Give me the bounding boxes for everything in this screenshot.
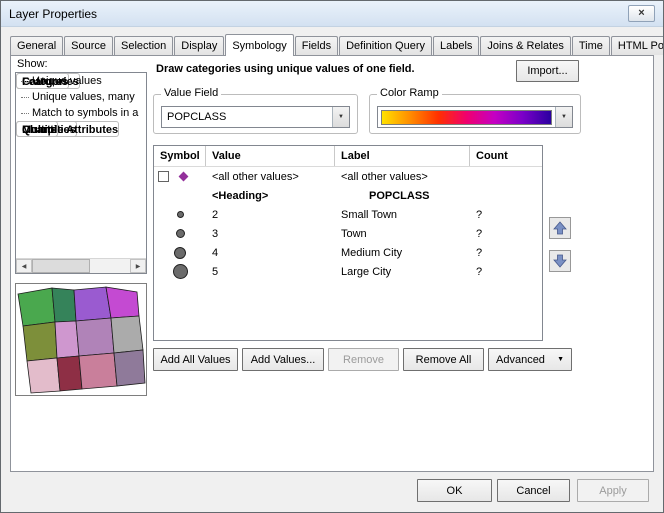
scroll-left-icon[interactable]: ◀ — [16, 259, 32, 273]
color-ramp-preview — [381, 110, 552, 125]
scroll-right-icon[interactable]: ▶ — [130, 259, 146, 273]
graduated-circle-icon[interactable] — [173, 264, 188, 279]
move-down-button[interactable] — [549, 250, 571, 272]
apply-button: Apply — [577, 479, 649, 502]
remove-button: Remove — [328, 348, 399, 371]
map-preview-image — [16, 284, 146, 395]
unique-values-table[interactable]: Symbol Value Label Count <all other valu… — [153, 145, 543, 341]
import-button[interactable]: Import... — [516, 60, 579, 82]
column-header-symbol[interactable]: Symbol — [154, 146, 206, 166]
cancel-button[interactable]: Cancel — [497, 479, 570, 502]
table-row-value-2[interactable]: 2 Small Town ? — [154, 205, 542, 224]
advanced-button[interactable]: Advanced ▼ — [488, 348, 572, 371]
color-ramp-label: Color Ramp — [377, 87, 442, 99]
advanced-button-label: Advanced — [496, 354, 545, 366]
draw-method-header: Draw categories using unique values of o… — [156, 63, 415, 75]
tab-source[interactable]: Source — [64, 36, 113, 55]
show-list: Features Categories Unique values Unique… — [15, 72, 147, 274]
chevron-down-icon[interactable]: ▼ — [555, 107, 572, 127]
show-item-match-to-symbols[interactable]: Match to symbols in a — [16, 105, 146, 121]
color-ramp-combobox[interactable]: ▼ — [377, 106, 573, 128]
move-up-button[interactable] — [549, 217, 571, 239]
tab-definition-query[interactable]: Definition Query — [339, 36, 432, 55]
graduated-circle-icon[interactable] — [177, 211, 184, 218]
tab-selection[interactable]: Selection — [114, 36, 173, 55]
map-preview-thumbnail — [15, 283, 147, 396]
table-row-value-3[interactable]: 3 Town ? — [154, 224, 542, 243]
close-icon: × — [638, 8, 644, 19]
tab-fields[interactable]: Fields — [295, 36, 338, 55]
all-other-values-checkbox[interactable] — [158, 171, 169, 182]
column-header-label[interactable]: Label — [335, 146, 470, 166]
value-field-label: Value Field — [161, 87, 221, 99]
symbology-tab-page: Show: Features Categories Unique values … — [10, 55, 654, 472]
value-field-group: Value Field POPCLASS ▼ — [153, 94, 358, 134]
table-row-value-4[interactable]: 4 Medium City ? — [154, 243, 542, 262]
add-values-button[interactable]: Add Values... — [242, 348, 324, 371]
tab-display[interactable]: Display — [174, 36, 224, 55]
dropdown-arrow-icon: ▼ — [557, 356, 564, 363]
column-header-count[interactable]: Count — [470, 146, 542, 166]
tab-time[interactable]: Time — [572, 36, 610, 55]
column-header-value[interactable]: Value — [206, 146, 335, 166]
show-item-multiple-attributes[interactable]: Multiple Attributes — [16, 121, 119, 137]
value-field-combobox[interactable]: POPCLASS ▼ — [161, 106, 350, 128]
scrollbar-track[interactable] — [90, 259, 130, 273]
tab-symbology[interactable]: Symbology — [225, 34, 293, 56]
window-title: Layer Properties — [9, 7, 97, 21]
close-button[interactable]: × — [628, 5, 655, 22]
table-row-value-5[interactable]: 5 Large City ? — [154, 262, 542, 281]
show-list-horizontal-scrollbar[interactable]: ◀ ▶ — [16, 258, 146, 273]
diamond-marker-icon[interactable] — [179, 172, 189, 182]
show-label: Show: — [17, 58, 48, 70]
color-ramp-group: Color Ramp ▼ — [369, 94, 581, 134]
tab-html-popup[interactable]: HTML Popup — [611, 36, 664, 55]
add-all-values-button[interactable]: Add All Values — [153, 348, 238, 371]
show-item-unique-values[interactable]: Unique values — [16, 73, 146, 89]
arrow-down-icon — [553, 254, 567, 268]
ok-button[interactable]: OK — [417, 479, 492, 502]
graduated-circle-icon[interactable] — [176, 229, 185, 238]
table-row-all-other-values[interactable]: <all other values> <all other values> — [154, 167, 542, 186]
remove-all-button[interactable]: Remove All — [403, 348, 484, 371]
graduated-circle-icon[interactable] — [174, 247, 186, 259]
tab-strip: General Source Selection Display Symbolo… — [10, 34, 664, 56]
arrow-up-icon — [553, 221, 567, 235]
value-field-selected-value: POPCLASS — [162, 111, 332, 123]
tab-labels[interactable]: Labels — [433, 36, 479, 55]
layer-properties-dialog: Layer Properties × General Source Select… — [0, 0, 664, 513]
tab-general[interactable]: General — [10, 36, 63, 55]
tab-joins-relates[interactable]: Joins & Relates — [480, 36, 570, 55]
table-row-heading[interactable]: <Heading> POPCLASS — [154, 186, 542, 205]
title-bar[interactable]: Layer Properties × — [1, 1, 663, 27]
table-header-row: Symbol Value Label Count — [154, 146, 542, 167]
show-item-unique-values-many[interactable]: Unique values, many — [16, 89, 146, 105]
scrollbar-thumb[interactable] — [32, 259, 90, 273]
chevron-down-icon[interactable]: ▼ — [332, 107, 349, 127]
